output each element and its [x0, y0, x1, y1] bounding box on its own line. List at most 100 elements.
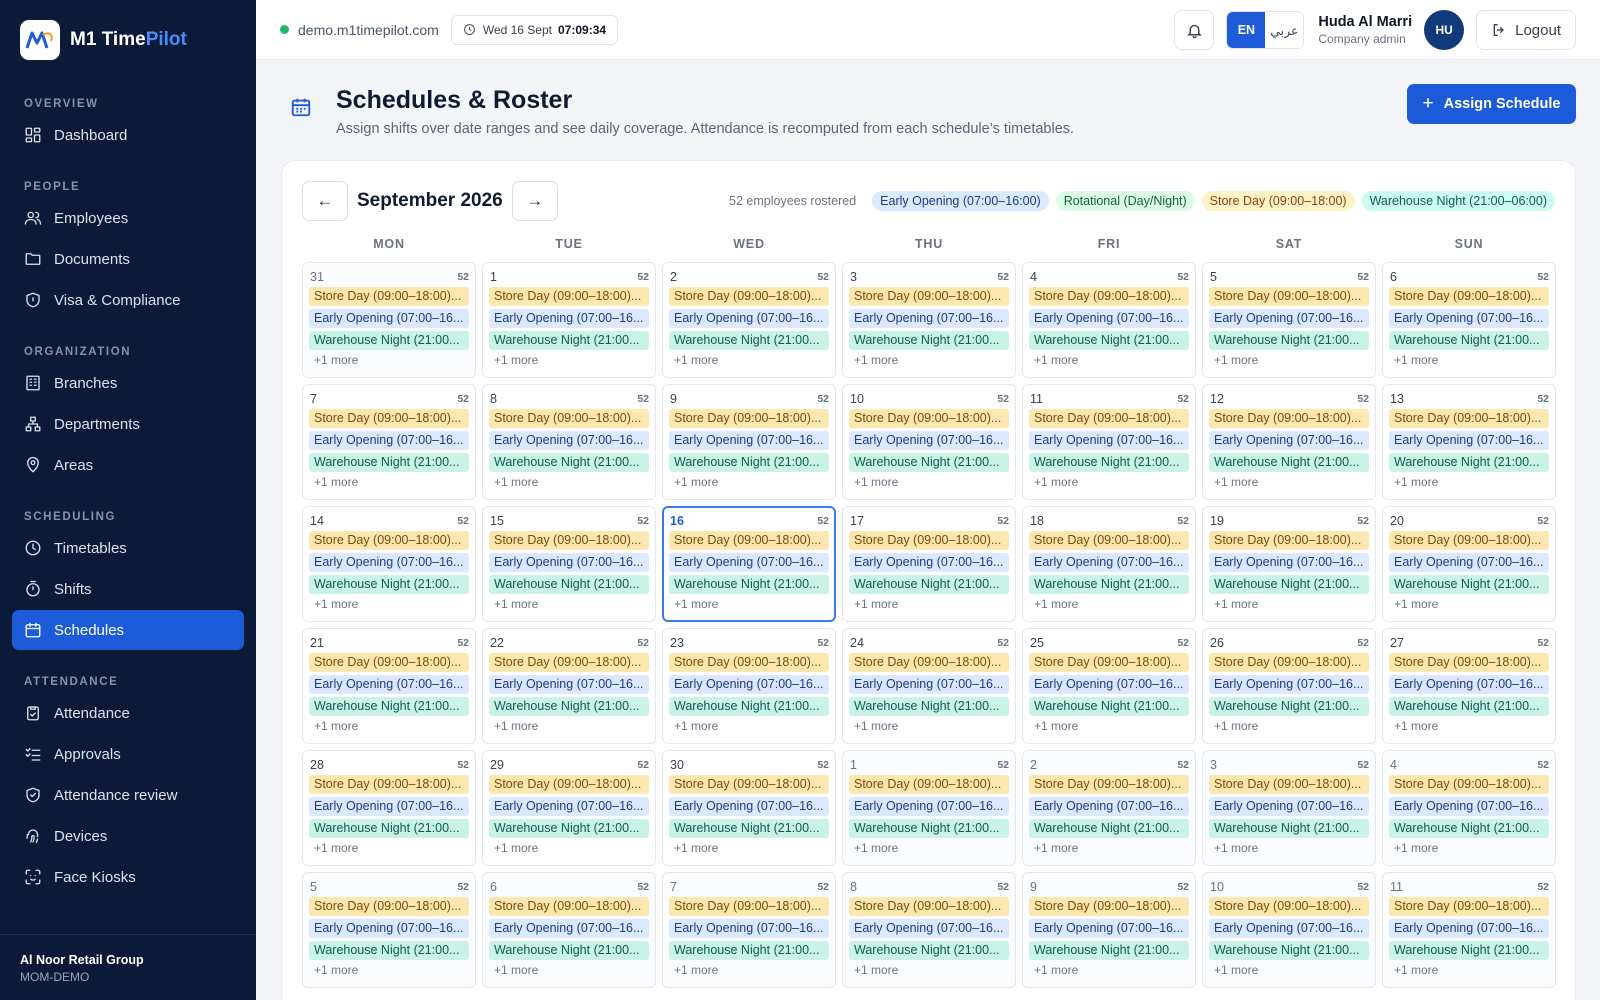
- sidebar-item-visa-compliance[interactable]: Visa & Compliance: [12, 280, 244, 320]
- shift-pill[interactable]: Warehouse Night (21:00...: [849, 941, 1009, 960]
- calendar-day-today[interactable]: 16 52 Store Day (09:00–18:00)... Early Open…: [662, 506, 836, 622]
- calendar-day[interactable]: 22 52 Store Day (09:00–18:00)... Early Open…: [482, 628, 656, 744]
- shift-pill[interactable]: Store Day (09:00–18:00)...: [309, 287, 469, 306]
- shift-pill[interactable]: Warehouse Night (21:00...: [669, 575, 829, 594]
- shift-pill[interactable]: Early Opening (07:00–16...: [1209, 553, 1369, 572]
- shift-pill[interactable]: Warehouse Night (21:00...: [849, 819, 1009, 838]
- shift-pill[interactable]: Early Opening (07:00–16...: [1029, 797, 1189, 816]
- more-shifts-link[interactable]: +1 more: [1389, 353, 1549, 367]
- shift-pill[interactable]: Early Opening (07:00–16...: [1209, 919, 1369, 938]
- shift-pill[interactable]: Warehouse Night (21:00...: [309, 575, 469, 594]
- shift-pill[interactable]: Store Day (09:00–18:00)...: [309, 653, 469, 672]
- calendar-day[interactable]: 5 52 Store Day (09:00–18:00)... Early Openi…: [302, 872, 476, 988]
- calendar-day[interactable]: 5 52 Store Day (09:00–18:00)... Early Openi…: [1202, 262, 1376, 378]
- calendar-day[interactable]: 29 52 Store Day (09:00–18:00)... Early Open…: [482, 750, 656, 866]
- shift-pill[interactable]: Warehouse Night (21:00...: [309, 453, 469, 472]
- more-shifts-link[interactable]: +1 more: [849, 963, 1009, 977]
- sidebar-item-dashboard[interactable]: Dashboard: [12, 115, 244, 155]
- shift-pill[interactable]: Warehouse Night (21:00...: [489, 575, 649, 594]
- avatar[interactable]: HU: [1424, 10, 1465, 50]
- more-shifts-link[interactable]: +1 more: [669, 475, 829, 489]
- shift-pill[interactable]: Store Day (09:00–18:00)...: [1029, 409, 1189, 428]
- more-shifts-link[interactable]: +1 more: [849, 353, 1009, 367]
- shift-pill[interactable]: Store Day (09:00–18:00)...: [849, 897, 1009, 916]
- shift-pill[interactable]: Warehouse Night (21:00...: [1209, 331, 1369, 350]
- shift-pill[interactable]: Store Day (09:00–18:00)...: [1389, 409, 1549, 428]
- shift-pill[interactable]: Early Opening (07:00–16...: [849, 553, 1009, 572]
- shift-pill[interactable]: Warehouse Night (21:00...: [489, 941, 649, 960]
- shift-pill[interactable]: Store Day (09:00–18:00)...: [1209, 531, 1369, 550]
- shift-pill[interactable]: Early Opening (07:00–16...: [309, 675, 469, 694]
- org-footer[interactable]: Al Noor Retail Group MOM-DEMO: [0, 934, 256, 1000]
- shift-pill[interactable]: Warehouse Night (21:00...: [1209, 453, 1369, 472]
- calendar-day[interactable]: 17 52 Store Day (09:00–18:00)... Early Open…: [842, 506, 1016, 622]
- shift-pill[interactable]: Warehouse Night (21:00...: [309, 331, 469, 350]
- shift-pill[interactable]: Warehouse Night (21:00...: [1389, 575, 1549, 594]
- shift-pill[interactable]: Warehouse Night (21:00...: [1209, 819, 1369, 838]
- shift-pill[interactable]: Early Opening (07:00–16...: [1389, 919, 1549, 938]
- more-shifts-link[interactable]: +1 more: [309, 719, 469, 733]
- shift-pill[interactable]: Warehouse Night (21:00...: [669, 941, 829, 960]
- shift-pill[interactable]: Store Day (09:00–18:00)...: [1209, 409, 1369, 428]
- calendar-day[interactable]: 20 52 Store Day (09:00–18:00)... Early Open…: [1382, 506, 1556, 622]
- more-shifts-link[interactable]: +1 more: [849, 841, 1009, 855]
- more-shifts-link[interactable]: +1 more: [849, 719, 1009, 733]
- more-shifts-link[interactable]: +1 more: [669, 597, 829, 611]
- more-shifts-link[interactable]: +1 more: [669, 719, 829, 733]
- sidebar-item-employees[interactable]: Employees: [12, 198, 244, 238]
- sidebar-item-areas[interactable]: Areas: [12, 445, 244, 485]
- shift-pill[interactable]: Store Day (09:00–18:00)...: [1029, 897, 1189, 916]
- shift-pill[interactable]: Early Opening (07:00–16...: [849, 919, 1009, 938]
- shift-pill[interactable]: Warehouse Night (21:00...: [1209, 575, 1369, 594]
- sidebar-item-approvals[interactable]: Approvals: [12, 734, 244, 774]
- shift-pill[interactable]: Early Opening (07:00–16...: [669, 675, 829, 694]
- calendar-day[interactable]: 11 52 Store Day (09:00–18:00)... Early Open…: [1382, 872, 1556, 988]
- shift-pill[interactable]: Store Day (09:00–18:00)...: [1389, 897, 1549, 916]
- calendar-day[interactable]: 26 52 Store Day (09:00–18:00)... Early Open…: [1202, 628, 1376, 744]
- calendar-day[interactable]: 15 52 Store Day (09:00–18:00)... Early Open…: [482, 506, 656, 622]
- more-shifts-link[interactable]: +1 more: [489, 597, 649, 611]
- calendar-day[interactable]: 8 52 Store Day (09:00–18:00)... Early Openi…: [482, 384, 656, 500]
- shift-pill[interactable]: Warehouse Night (21:00...: [849, 331, 1009, 350]
- shift-pill[interactable]: Warehouse Night (21:00...: [669, 453, 829, 472]
- shift-pill[interactable]: Store Day (09:00–18:00)...: [1209, 653, 1369, 672]
- shift-pill[interactable]: Early Opening (07:00–16...: [309, 553, 469, 572]
- shift-pill[interactable]: Warehouse Night (21:00...: [1209, 697, 1369, 716]
- shift-pill[interactable]: Store Day (09:00–18:00)...: [1389, 287, 1549, 306]
- calendar-day[interactable]: 2 52 Store Day (09:00–18:00)... Early Openi…: [662, 262, 836, 378]
- more-shifts-link[interactable]: +1 more: [489, 719, 649, 733]
- more-shifts-link[interactable]: +1 more: [489, 353, 649, 367]
- calendar-day[interactable]: 10 52 Store Day (09:00–18:00)... Early Open…: [842, 384, 1016, 500]
- more-shifts-link[interactable]: +1 more: [849, 597, 1009, 611]
- shift-pill[interactable]: Warehouse Night (21:00...: [669, 697, 829, 716]
- shift-pill[interactable]: Store Day (09:00–18:00)...: [849, 775, 1009, 794]
- shift-pill[interactable]: Store Day (09:00–18:00)...: [849, 531, 1009, 550]
- calendar-day[interactable]: 14 52 Store Day (09:00–18:00)... Early Open…: [302, 506, 476, 622]
- shift-pill[interactable]: Warehouse Night (21:00...: [1389, 941, 1549, 960]
- sidebar-item-devices[interactable]: Devices: [12, 816, 244, 856]
- calendar-day[interactable]: 23 52 Store Day (09:00–18:00)... Early Open…: [662, 628, 836, 744]
- shift-pill[interactable]: Early Opening (07:00–16...: [489, 309, 649, 328]
- shift-pill[interactable]: Warehouse Night (21:00...: [309, 819, 469, 838]
- shift-pill[interactable]: Store Day (09:00–18:00)...: [309, 775, 469, 794]
- shift-pill[interactable]: Warehouse Night (21:00...: [309, 697, 469, 716]
- shift-pill[interactable]: Early Opening (07:00–16...: [309, 797, 469, 816]
- calendar-day[interactable]: 7 52 Store Day (09:00–18:00)... Early Openi…: [302, 384, 476, 500]
- shift-pill[interactable]: Store Day (09:00–18:00)...: [489, 409, 649, 428]
- prev-month-button[interactable]: ←: [302, 181, 348, 221]
- shift-pill[interactable]: Store Day (09:00–18:00)...: [1389, 653, 1549, 672]
- shift-pill[interactable]: Store Day (09:00–18:00)...: [489, 897, 649, 916]
- shift-pill[interactable]: Warehouse Night (21:00...: [489, 331, 649, 350]
- shift-pill[interactable]: Warehouse Night (21:00...: [489, 819, 649, 838]
- shift-pill[interactable]: Early Opening (07:00–16...: [1389, 797, 1549, 816]
- shift-pill[interactable]: Store Day (09:00–18:00)...: [669, 775, 829, 794]
- notifications-button[interactable]: [1174, 10, 1215, 50]
- calendar-day[interactable]: 10 52 Store Day (09:00–18:00)... Early Open…: [1202, 872, 1376, 988]
- calendar-day[interactable]: 13 52 Store Day (09:00–18:00)... Early Open…: [1382, 384, 1556, 500]
- shift-pill[interactable]: Early Opening (07:00–16...: [849, 797, 1009, 816]
- more-shifts-link[interactable]: +1 more: [1209, 719, 1369, 733]
- shift-pill[interactable]: Warehouse Night (21:00...: [849, 697, 1009, 716]
- more-shifts-link[interactable]: +1 more: [309, 475, 469, 489]
- shift-pill[interactable]: Early Opening (07:00–16...: [309, 919, 469, 938]
- sidebar-item-timetables[interactable]: Timetables: [12, 528, 244, 568]
